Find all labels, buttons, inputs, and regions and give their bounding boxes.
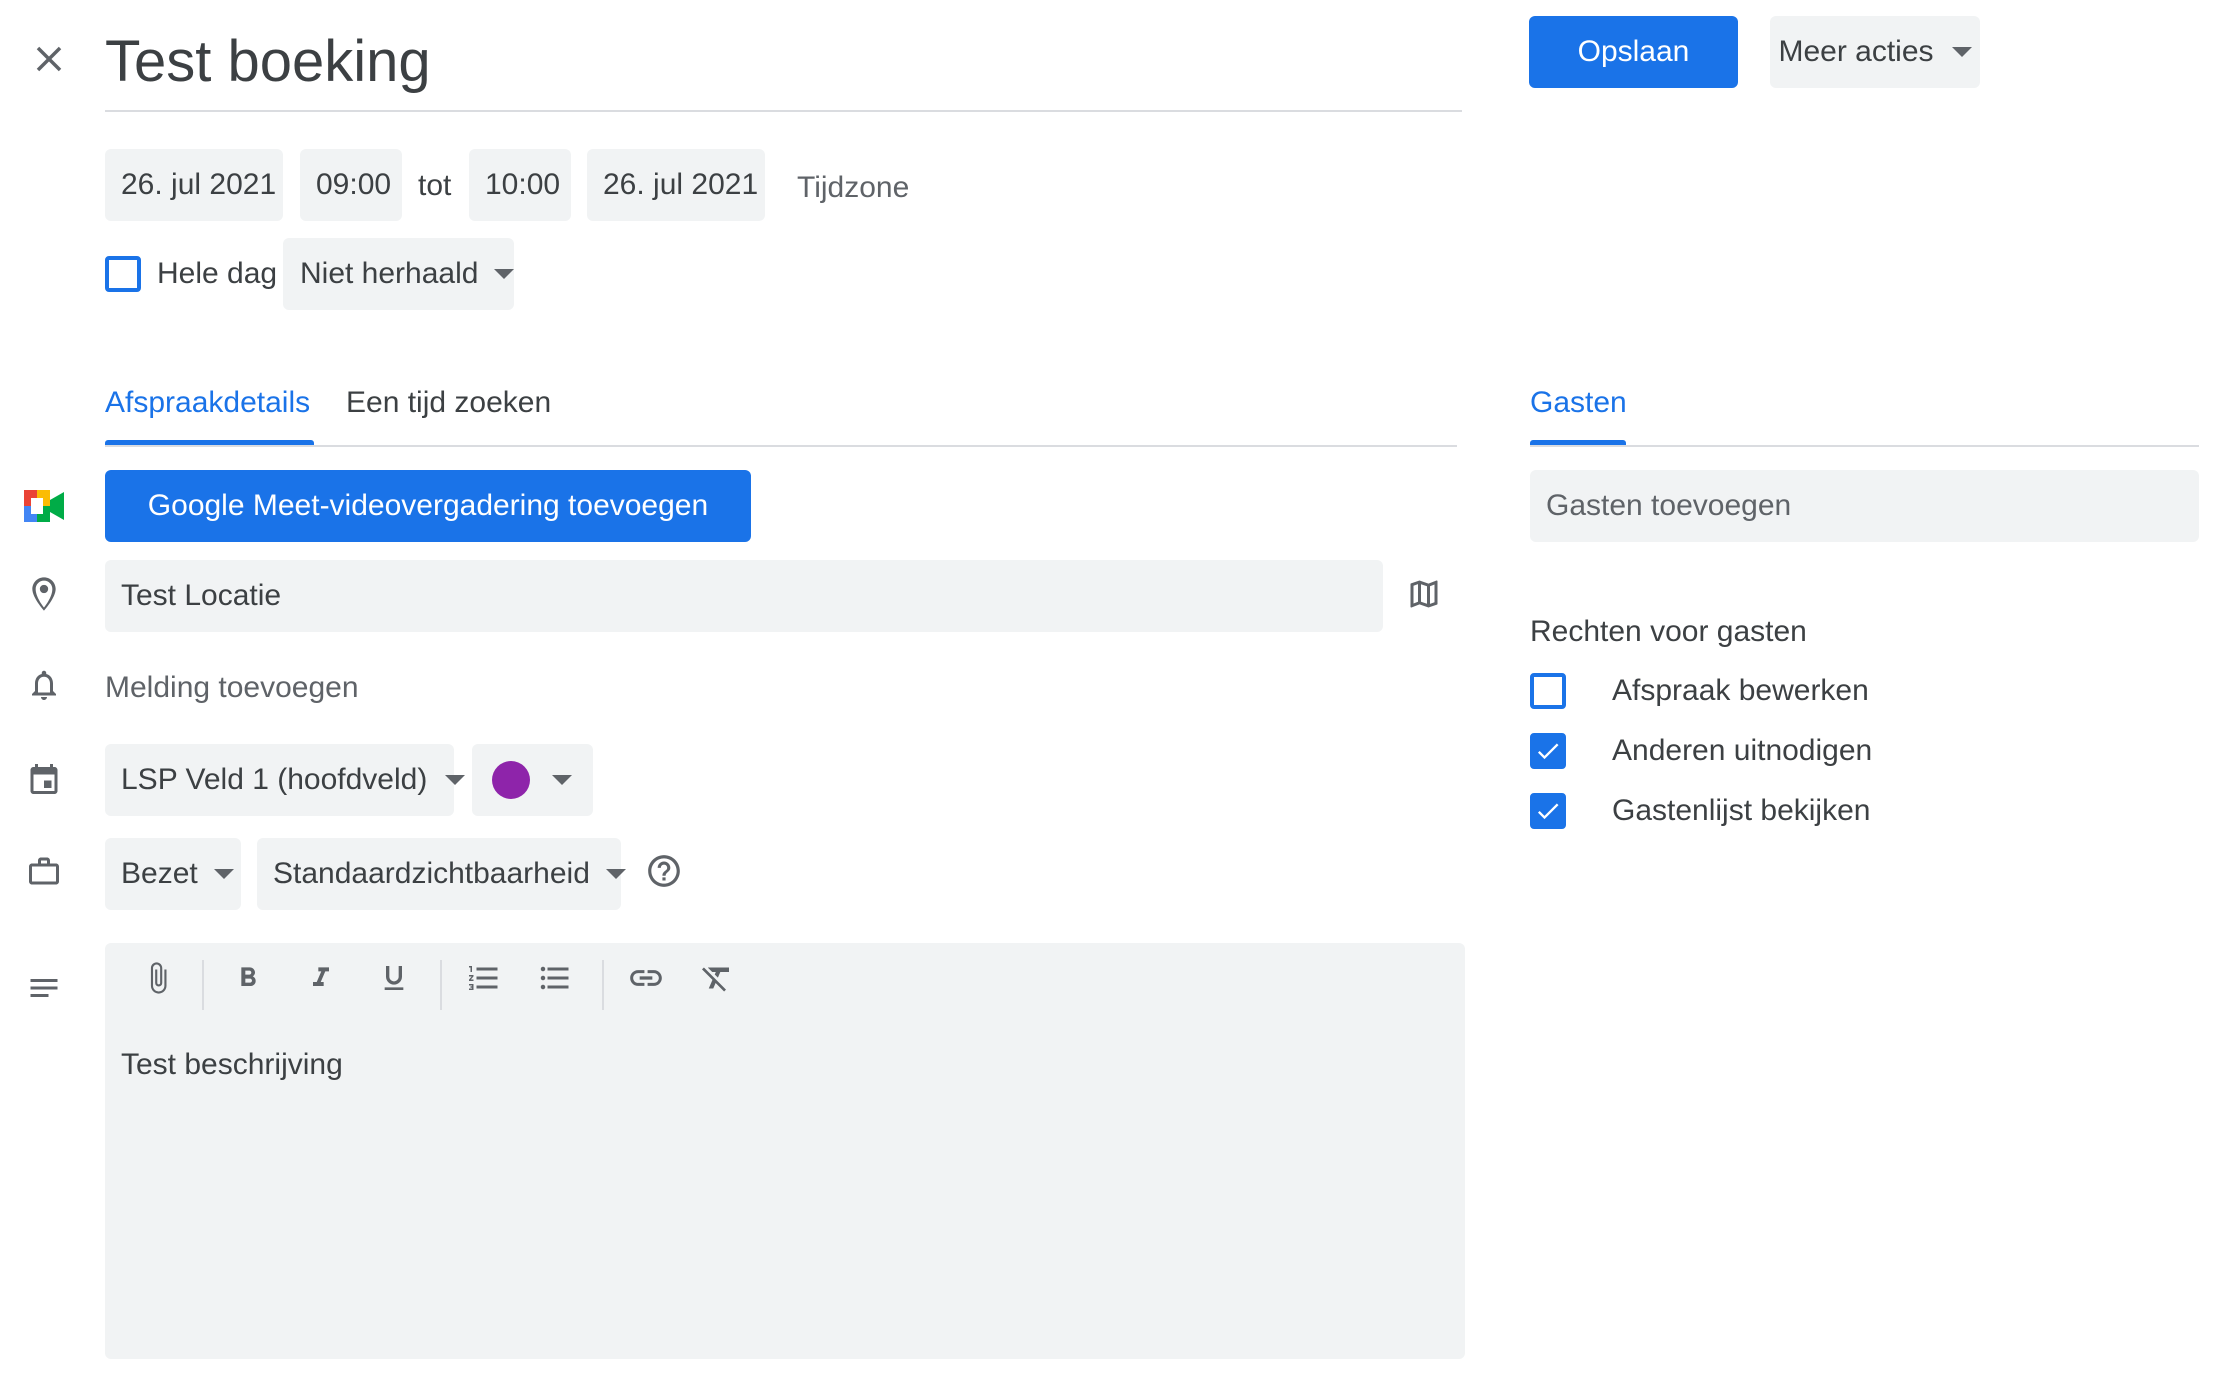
save-button-label: Opslaan bbox=[1577, 35, 1690, 68]
end-time-value: 10:00 bbox=[485, 168, 561, 201]
clear-formatting-icon[interactable] bbox=[692, 953, 742, 1003]
description-editor[interactable] bbox=[105, 943, 1465, 1359]
add-guests-placeholder: Gasten toevoegen bbox=[1546, 489, 1792, 522]
more-actions-label: Meer acties bbox=[1778, 35, 1934, 68]
event-title-input[interactable]: Test boeking bbox=[105, 20, 1462, 112]
toolbar-separator bbox=[440, 960, 442, 1010]
toolbar-separator bbox=[602, 960, 604, 1010]
chevron-down-icon bbox=[213, 869, 234, 879]
description-icon bbox=[26, 970, 62, 1006]
add-guests-input[interactable]: Gasten toevoegen bbox=[1530, 470, 2199, 542]
location-pin-icon bbox=[24, 573, 64, 615]
description-text: Test beschrijving bbox=[121, 1048, 343, 1081]
google-meet-icon bbox=[24, 490, 64, 522]
permission-checkbox[interactable] bbox=[1530, 673, 1566, 709]
all-day-checkbox[interactable] bbox=[105, 256, 141, 292]
permission-view-guest-list[interactable]: Gastenlijst bekijken bbox=[1530, 790, 2030, 832]
color-swatch bbox=[492, 761, 530, 799]
chevron-down-icon bbox=[605, 869, 626, 879]
start-date-field[interactable]: 26. jul 2021 bbox=[105, 149, 283, 221]
briefcase-icon bbox=[25, 853, 63, 889]
guests-tabs-divider bbox=[1530, 445, 2199, 447]
chevron-down-icon bbox=[494, 269, 515, 279]
event-title: Test boeking bbox=[105, 29, 431, 94]
tab-find-time-label: Een tijd zoeken bbox=[346, 386, 552, 419]
map-icon[interactable] bbox=[1406, 576, 1442, 612]
busy-status-dropdown[interactable]: Bezet bbox=[105, 838, 241, 910]
calendar-dropdown[interactable]: LSP Veld 1 (hoofdveld) bbox=[105, 744, 466, 816]
bell-icon bbox=[26, 666, 62, 704]
save-button[interactable]: Opslaan bbox=[1529, 16, 1738, 88]
location-value: Test Locatie bbox=[121, 579, 282, 612]
permission-checkbox[interactable] bbox=[1530, 733, 1566, 769]
visibility-value: Standaardzichtbaarheid bbox=[273, 857, 590, 890]
add-notification-button[interactable]: Melding toevoegen bbox=[105, 671, 359, 705]
add-google-meet-label: Google Meet-videovergadering toevoegen bbox=[147, 489, 709, 522]
bulleted-list-icon[interactable] bbox=[530, 953, 580, 1003]
chevron-down-icon bbox=[1951, 47, 1972, 57]
start-time-field[interactable]: 09:00 bbox=[300, 149, 402, 221]
tab-guests-label: Gasten bbox=[1530, 386, 1627, 419]
tab-event-details-label: Afspraakdetails bbox=[105, 386, 311, 419]
permission-label: Gastenlijst bekijken bbox=[1612, 794, 1871, 827]
repeat-dropdown[interactable]: Niet herhaald bbox=[283, 238, 515, 310]
italic-icon[interactable] bbox=[296, 953, 346, 1003]
to-label: tot bbox=[418, 169, 452, 202]
start-date-value: 26. jul 2021 bbox=[121, 168, 277, 201]
more-actions-button[interactable]: Meer acties bbox=[1770, 16, 1980, 88]
start-time-value: 09:00 bbox=[316, 168, 392, 201]
numbered-list-icon[interactable] bbox=[459, 953, 509, 1003]
all-day-label: Hele dag bbox=[157, 257, 278, 290]
location-input[interactable]: Test Locatie bbox=[105, 560, 1383, 632]
repeat-value: Niet herhaald bbox=[300, 257, 479, 290]
visibility-dropdown[interactable]: Standaardzichtbaarheid bbox=[257, 838, 626, 910]
close-icon[interactable] bbox=[28, 38, 70, 80]
calendar-value: LSP Veld 1 (hoofdveld) bbox=[121, 763, 428, 796]
end-time-field[interactable]: 10:00 bbox=[469, 149, 571, 221]
calendar-icon bbox=[26, 760, 62, 798]
busy-status-value: Bezet bbox=[121, 857, 198, 890]
check-icon bbox=[1537, 803, 1559, 820]
add-google-meet-button[interactable]: Google Meet-videovergadering toevoegen bbox=[105, 470, 751, 542]
permission-label: Afspraak bewerken bbox=[1612, 674, 1869, 707]
event-color-dropdown[interactable] bbox=[472, 744, 593, 816]
end-date-value: 26. jul 2021 bbox=[603, 168, 759, 201]
help-icon[interactable] bbox=[645, 852, 683, 890]
chevron-down-icon bbox=[445, 775, 466, 785]
permission-edit-event[interactable]: Afspraak bewerken bbox=[1530, 670, 2030, 712]
end-date-field[interactable]: 26. jul 2021 bbox=[587, 149, 765, 221]
link-icon[interactable] bbox=[621, 953, 671, 1003]
attachment-icon[interactable] bbox=[133, 953, 183, 1003]
bold-icon[interactable] bbox=[223, 953, 273, 1003]
permission-checkbox[interactable] bbox=[1530, 793, 1566, 829]
tabs-divider bbox=[105, 445, 1457, 447]
check-icon bbox=[1537, 743, 1559, 760]
timezone-button[interactable]: Tijdzone bbox=[797, 171, 909, 205]
tab-guests[interactable]: Gasten bbox=[1530, 380, 1627, 446]
chevron-down-icon bbox=[552, 775, 572, 785]
guest-permissions-title: Rechten voor gasten bbox=[1530, 615, 1807, 648]
tab-event-details[interactable]: Afspraakdetails bbox=[105, 380, 314, 446]
underline-icon[interactable] bbox=[369, 953, 419, 1003]
toolbar-separator bbox=[202, 960, 204, 1010]
permission-label: Anderen uitnodigen bbox=[1612, 734, 1873, 767]
permission-invite-others[interactable]: Anderen uitnodigen bbox=[1530, 730, 2030, 772]
